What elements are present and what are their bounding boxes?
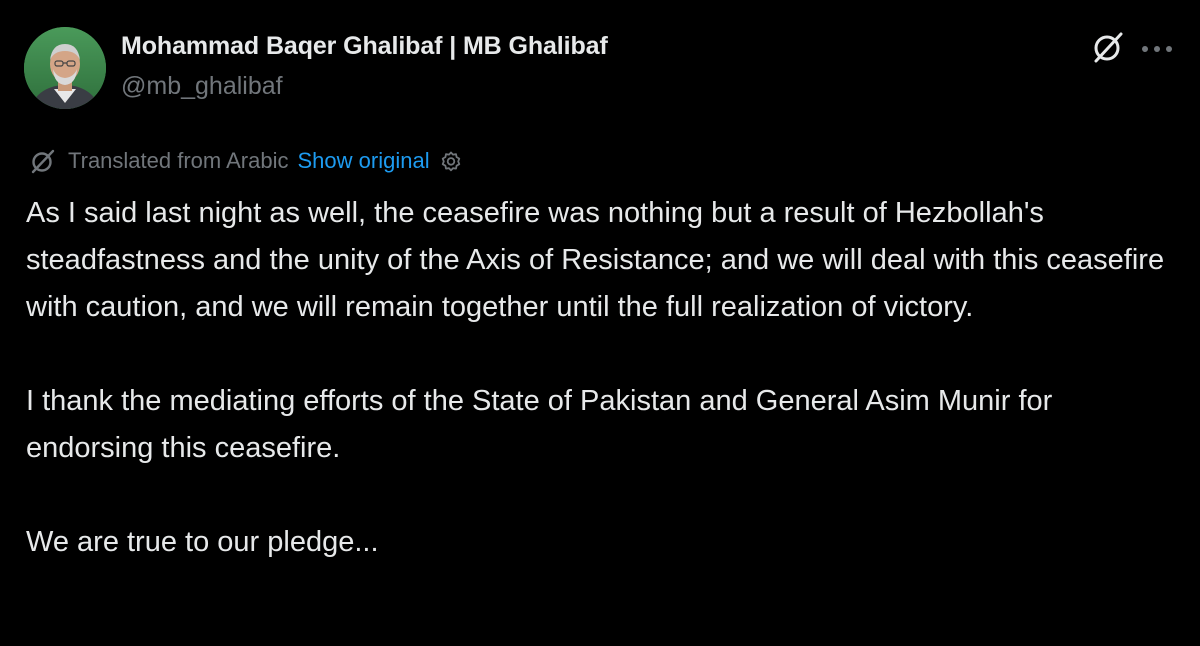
- tweet-paragraph: As I said last night as well, the ceasef…: [26, 197, 1165, 323]
- avatar-photo-icon: [24, 27, 106, 109]
- grok-icon[interactable]: [1091, 30, 1125, 64]
- translate-icon: [31, 149, 55, 174]
- more-horizontal-icon[interactable]: [1140, 44, 1174, 54]
- translation-bar: Translated from Arabic Show original: [30, 145, 463, 177]
- gear-icon[interactable]: [439, 149, 463, 173]
- show-original-link[interactable]: Show original: [298, 148, 430, 174]
- tweet-card: Mohammad Baqer Ghalibaf | MB Ghalibaf @m…: [0, 0, 1200, 646]
- avatar[interactable]: [24, 27, 106, 109]
- translated-from-label: Translated from Arabic: [68, 148, 289, 173]
- author-display-name[interactable]: Mohammad Baqer Ghalibaf | MB Ghalibaf: [121, 32, 608, 61]
- tweet-paragraph: I thank the mediating efforts of the Sta…: [26, 385, 1053, 464]
- tweet-body: As I said last night as well, the ceasef…: [26, 190, 1176, 566]
- author-handle[interactable]: @mb_ghalibaf: [121, 72, 283, 101]
- tweet-paragraph: We are true to our pledge...: [26, 526, 379, 558]
